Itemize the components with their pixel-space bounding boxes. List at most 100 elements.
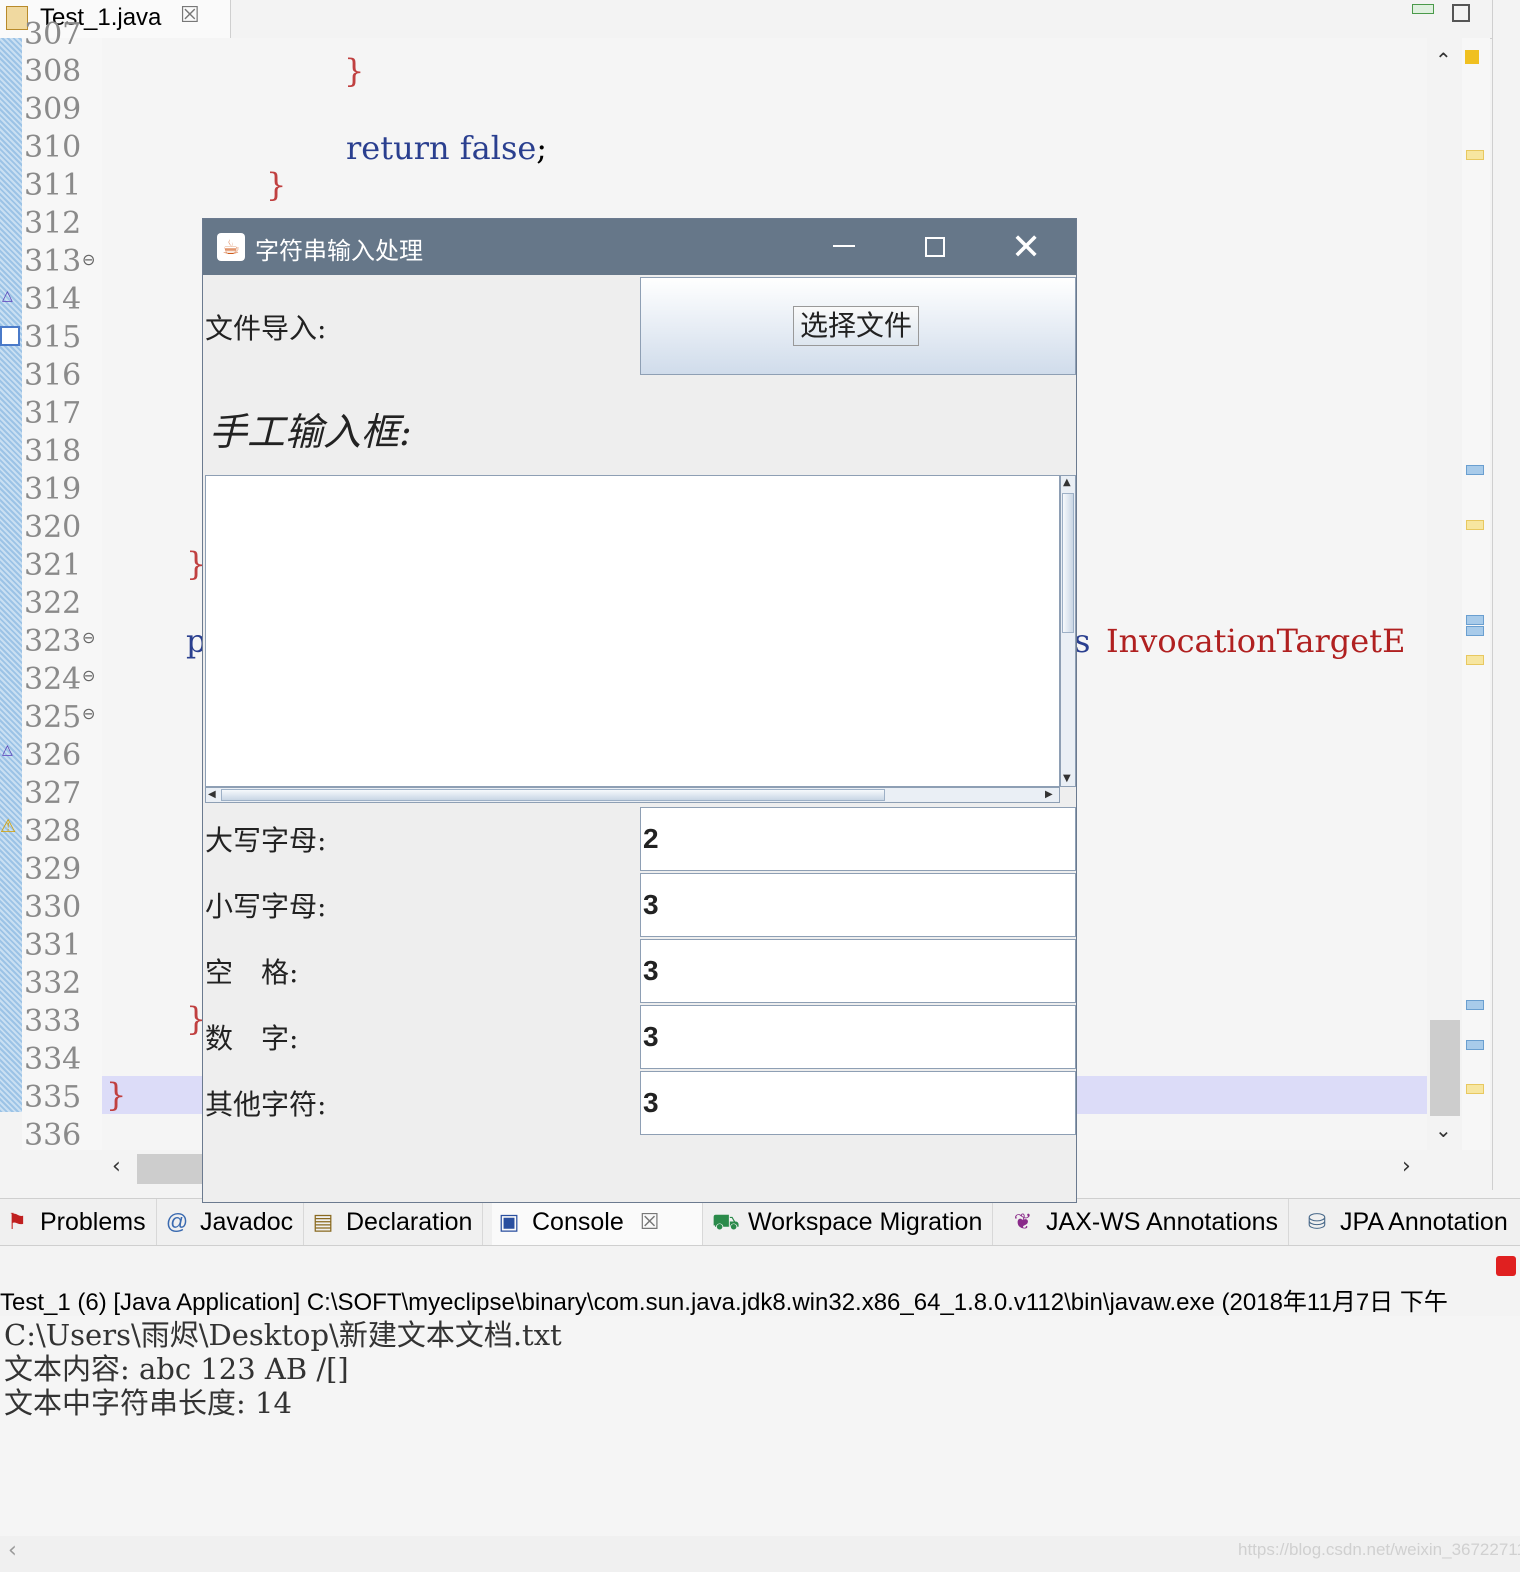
overview-marker[interactable] <box>1466 615 1484 625</box>
fold-collapse-icon[interactable]: ⊖ <box>82 704 95 723</box>
line-number: 336 <box>24 1118 82 1153</box>
overview-marker[interactable] <box>1466 150 1484 160</box>
tab-jpa-annotation[interactable]: ⛁ JPA Annotation <box>1300 1199 1518 1245</box>
choose-file-button[interactable]: 选择文件 <box>793 306 919 346</box>
tab-label: JPA Annotation <box>1340 1207 1508 1236</box>
lowercase-count-field[interactable]: 3 <box>640 873 1076 937</box>
line-number: 334 <box>24 1042 82 1077</box>
console-line: 文本中字符串长度: 14 <box>4 1386 292 1420</box>
scroll-down-icon[interactable]: ⌄ <box>1435 1118 1452 1142</box>
tab-console[interactable]: ▣ Console ☒ <box>492 1199 703 1245</box>
space-label: 空 格: <box>205 956 299 989</box>
migration-icon: ⛟ <box>712 1209 740 1234</box>
line-number: 307 <box>24 17 82 52</box>
line-number: 331 <box>24 928 82 963</box>
fold-collapse-icon[interactable]: ⊖ <box>82 628 95 647</box>
tab-problems[interactable]: ⚑ Problems <box>0 1199 157 1245</box>
line-number: 319 <box>24 472 82 507</box>
view-tab-bar: ⚑ Problems @ Javadoc ▤ Declaration ▣ Console… <box>0 1198 1520 1246</box>
overview-marker[interactable] <box>1466 626 1484 636</box>
change-ruler <box>0 38 22 1112</box>
dialog-title-bar[interactable]: ☕ 字符串输入处理 ✕ <box>203 219 1076 275</box>
overview-summary-marker[interactable] <box>1465 50 1479 64</box>
tab-javadoc[interactable]: @ Javadoc <box>160 1199 305 1245</box>
scroll-thumb[interactable] <box>1430 1020 1460 1116</box>
line-number: 314 <box>24 282 82 317</box>
scroll-down-arrow-icon[interactable]: ▼ <box>1063 773 1071 785</box>
overview-marker[interactable] <box>1466 465 1484 475</box>
line-number: 313 <box>24 244 82 279</box>
line-number-ruler: 307 308 309 310 311 312 313 314 315 316 … <box>22 17 102 1153</box>
close-button[interactable]: ✕ <box>1011 227 1041 268</box>
line-number: 309 <box>24 92 82 127</box>
outline-side-panel <box>1492 0 1520 1190</box>
scroll-right-icon[interactable]: › <box>1402 1154 1411 1179</box>
overview-marker[interactable] <box>1466 1000 1484 1010</box>
line-number: 326 <box>24 738 82 773</box>
problems-icon: ⚑ <box>7 1209 27 1234</box>
overview-marker[interactable] <box>1466 1040 1484 1050</box>
digit-count-field[interactable]: 3 <box>640 1005 1076 1069</box>
line-number: 335 <box>24 1080 82 1115</box>
line-number: 317 <box>24 396 82 431</box>
scroll-left-arrow-icon[interactable]: ◀ <box>208 789 216 801</box>
fold-collapse-icon[interactable]: ⊖ <box>82 666 95 685</box>
space-count-field[interactable]: 3 <box>640 939 1076 1003</box>
scroll-thumb[interactable] <box>221 789 885 801</box>
console-output[interactable]: C:\Users\雨烬\Desktop\新建文本文档.txt 文本内容: abc… <box>0 1316 1520 1536</box>
line-number: 325 <box>24 700 82 735</box>
overview-marker[interactable] <box>1466 1084 1484 1094</box>
close-icon[interactable]: ☒ <box>640 1209 660 1235</box>
maximize-view-button[interactable] <box>1452 4 1470 22</box>
string-input-dialog: ☕ 字符串输入处理 ✕ 文件导入: 选择文件 手工输入框: ▲ ▼ ◀ ▶ 大写… <box>202 218 1077 1203</box>
manual-input-textarea[interactable] <box>205 475 1060 787</box>
code-semicolon: ; <box>536 129 548 167</box>
digit-label: 数 字: <box>205 1022 299 1055</box>
declaration-icon: ▤ <box>312 1209 334 1234</box>
manual-input-label: 手工输入框: <box>209 410 412 454</box>
editor-vertical-scrollbar[interactable]: ⌃ ⌄ <box>1427 38 1462 1150</box>
scroll-left-icon[interactable]: ‹ <box>112 1154 121 1179</box>
lowercase-label: 小写字母: <box>205 890 327 923</box>
other-chars-label: 其他字符: <box>205 1088 327 1121</box>
line-number: 311 <box>24 168 82 203</box>
jaxws-icon: ❦ <box>1013 1209 1033 1234</box>
tab-workspace-migration[interactable]: ⛟ Workspace Migration <box>708 1199 994 1245</box>
other-chars-count-field[interactable]: 3 <box>640 1071 1076 1135</box>
maximize-button[interactable] <box>925 237 945 257</box>
console-icon: ▣ <box>498 1209 520 1234</box>
terminate-button[interactable] <box>1496 1256 1516 1276</box>
tab-label: Problems <box>40 1207 146 1236</box>
code-brace: } <box>106 1076 127 1114</box>
task-marker-icon <box>0 326 20 346</box>
line-number: 329 <box>24 852 82 887</box>
console-line: 文本内容: abc 123 AB /[] <box>4 1352 349 1386</box>
override-marker-icon: △ <box>2 742 13 758</box>
minimize-view-button[interactable] <box>1412 4 1434 14</box>
scroll-up-icon[interactable]: ⌃ <box>1435 48 1452 72</box>
console-line: C:\Users\雨烬\Desktop\新建文本文档.txt <box>4 1318 562 1352</box>
scroll-up-arrow-icon[interactable]: ▲ <box>1063 477 1071 489</box>
overview-marker[interactable] <box>1466 655 1484 665</box>
line-number: 315 <box>24 320 82 355</box>
close-icon[interactable]: ☒ <box>180 3 200 28</box>
line-number: 332 <box>24 966 82 1001</box>
uppercase-count-field[interactable]: 2 <box>640 807 1076 871</box>
scroll-thumb[interactable] <box>1062 493 1074 633</box>
overview-marker[interactable] <box>1466 520 1484 530</box>
tab-jax-ws-annotations[interactable]: ❦ JAX-WS Annotations <box>1006 1199 1290 1245</box>
editor-tab-bar: Test_1.java ☒ <box>0 0 1520 39</box>
choose-file-button-area[interactable]: 选择文件 <box>640 277 1076 375</box>
code-brace: } <box>344 52 365 90</box>
line-number: 330 <box>24 890 82 925</box>
minimize-button[interactable] <box>833 245 855 247</box>
scroll-right-arrow-icon[interactable]: ▶ <box>1045 789 1053 801</box>
tab-declaration[interactable]: ▤ Declaration <box>306 1199 484 1245</box>
jpa-icon: ⛁ <box>1307 1209 1327 1234</box>
scroll-left-icon[interactable]: ‹ <box>8 1538 17 1563</box>
line-number: 323 <box>24 624 82 659</box>
scroll-thumb[interactable] <box>137 1154 207 1184</box>
line-number: 320 <box>24 510 82 545</box>
fold-collapse-icon[interactable]: ⊖ <box>82 250 95 269</box>
code-brace: } <box>266 166 287 204</box>
